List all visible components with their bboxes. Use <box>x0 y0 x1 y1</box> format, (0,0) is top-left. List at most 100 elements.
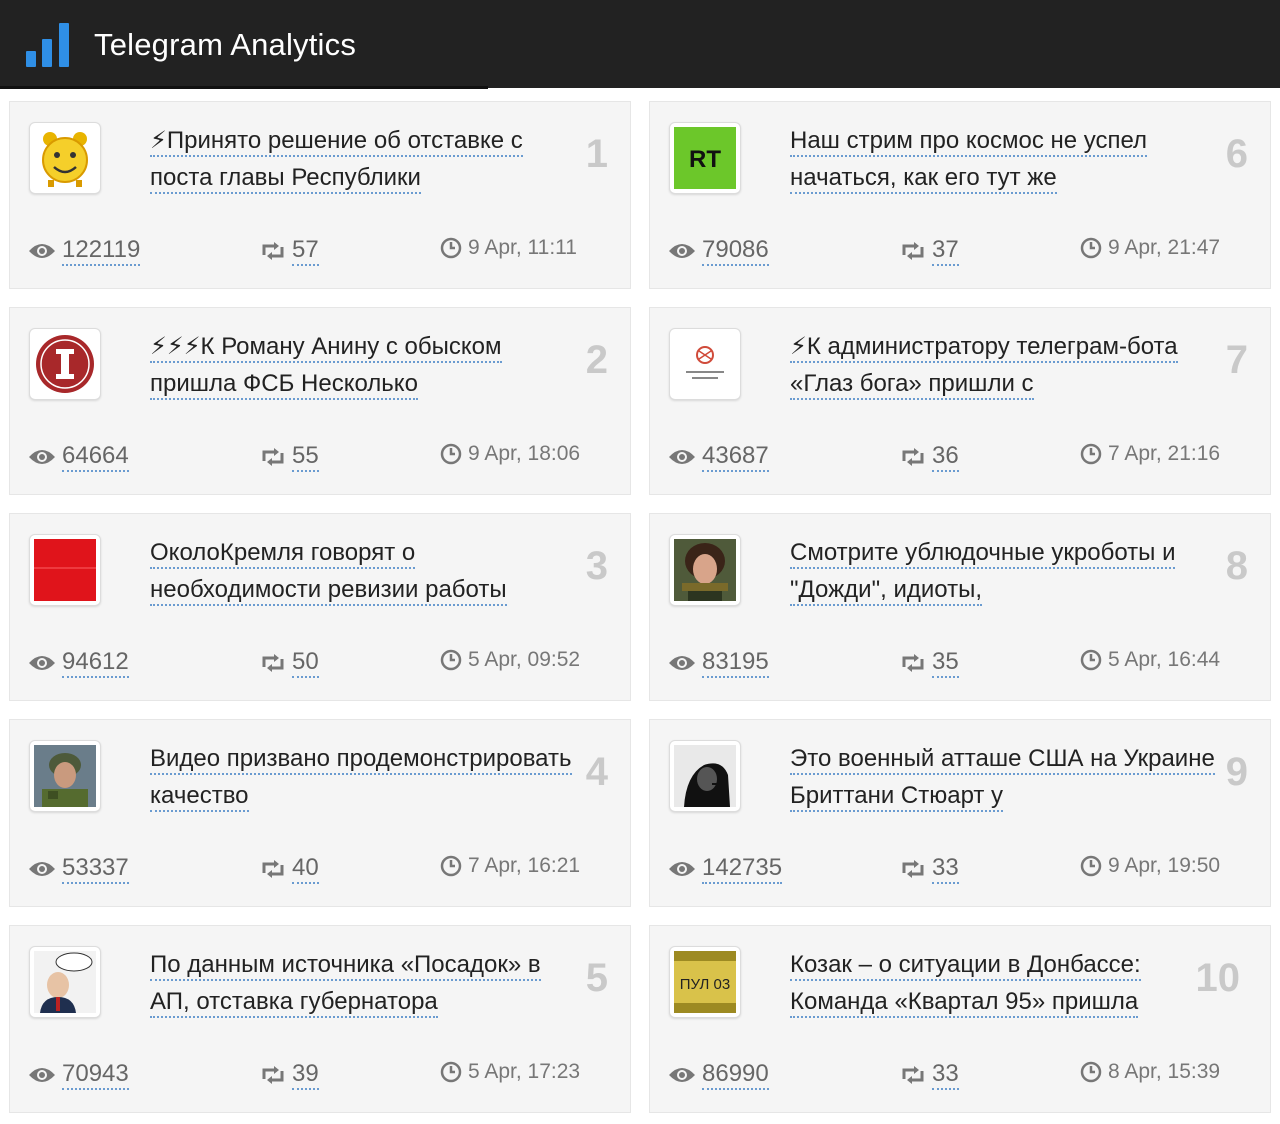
post-card[interactable]: ОколоКремля говорят о необходимости реви… <box>9 513 631 701</box>
shares-count[interactable]: 50 <box>292 648 319 678</box>
post-title[interactable]: Это военный атташе США на Украине Бритта… <box>790 740 1220 814</box>
post-title[interactable]: ОколоКремля говорят о необходимости реви… <box>150 534 580 608</box>
net-freedoms-avatar[interactable] <box>669 328 741 400</box>
clock-icon <box>1080 855 1102 877</box>
retweet-icon <box>900 241 926 261</box>
shares-stat: 35 <box>900 648 959 678</box>
shares-stat: 55 <box>260 442 319 472</box>
post-title[interactable]: ⚡Принято решение об отставке с поста гла… <box>150 122 580 196</box>
post-title[interactable]: Козак – о ситуации в Донбассе: Команда «… <box>790 946 1220 1020</box>
post-card[interactable]: Видео призвано продемонстрировать качест… <box>9 719 631 907</box>
views-count[interactable]: 70943 <box>62 1060 129 1090</box>
views-count[interactable]: 64664 <box>62 442 129 472</box>
svg-text:RT: RT <box>689 146 721 173</box>
shares-count[interactable]: 36 <box>932 442 959 472</box>
rank-number: 9 <box>1225 750 1248 794</box>
post-date: 5 Apr, 17:23 <box>440 1060 580 1084</box>
post-date-text: 5 Apr, 17:23 <box>468 1060 581 1083</box>
eye-icon <box>28 448 56 466</box>
retweet-icon <box>900 859 926 879</box>
app-title[interactable]: Telegram Analytics <box>94 26 356 64</box>
eye-icon <box>668 242 696 260</box>
clock-icon <box>440 1061 462 1083</box>
clock-icon <box>1080 237 1102 259</box>
post-card[interactable]: Это военный атташе США на Украине Бритта… <box>649 719 1271 907</box>
rank-number: 6 <box>1225 132 1248 176</box>
eye-icon <box>668 860 696 878</box>
shares-count[interactable]: 40 <box>292 854 319 884</box>
rank-number: 5 <box>585 956 608 1000</box>
rt-logo-avatar[interactable]: RT <box>669 122 741 194</box>
post-card[interactable]: ⚡Принято решение об отставке с поста гла… <box>9 101 631 289</box>
views-count[interactable]: 53337 <box>62 854 129 884</box>
eye-icon <box>668 1066 696 1084</box>
posts-grid: ⚡Принято решение об отставке с поста гла… <box>9 101 1271 1113</box>
views-count[interactable]: 122119 <box>62 236 141 266</box>
shares-stat: 39 <box>260 1060 319 1090</box>
views-count[interactable]: 142735 <box>702 854 783 884</box>
top-bar-underline <box>0 86 488 89</box>
post-title[interactable]: Видео призвано продемонстрировать качест… <box>150 740 580 814</box>
shares-count[interactable]: 37 <box>932 236 959 266</box>
views-count[interactable]: 83195 <box>702 648 769 678</box>
views-count[interactable]: 79086 <box>702 236 769 266</box>
svg-text:ПУЛ 03: ПУЛ 03 <box>680 976 731 993</box>
post-date-text: 9 Apr, 21:47 <box>1108 236 1221 259</box>
alarm-clock-avatar[interactable] <box>29 122 101 194</box>
views-count[interactable]: 94612 <box>62 648 129 678</box>
post-title[interactable]: По данным источника «Посадок» в АП, отст… <box>150 946 580 1020</box>
red-i-logo-avatar[interactable] <box>29 328 101 400</box>
rank-number: 1 <box>585 132 608 176</box>
post-title[interactable]: Смотрите ублюдочные укроботы и "Дожди", … <box>790 534 1220 608</box>
rank-number: 2 <box>585 338 608 382</box>
views-count[interactable]: 43687 <box>702 442 769 472</box>
post-card[interactable]: ⚡К администратору телеграм-бота «Глаз бо… <box>649 307 1271 495</box>
retweet-icon <box>260 241 286 261</box>
shares-stat: 33 <box>900 1060 959 1090</box>
shares-count[interactable]: 57 <box>292 236 319 266</box>
bar-chart-icon[interactable] <box>26 23 72 67</box>
shares-stat: 40 <box>260 854 319 884</box>
views-stat: 43687 <box>668 442 769 472</box>
shares-count[interactable]: 33 <box>932 854 959 884</box>
eye-icon <box>28 242 56 260</box>
post-date: 8 Apr, 15:39 <box>1080 1060 1220 1084</box>
rank-number: 7 <box>1225 338 1248 382</box>
shares-count[interactable]: 39 <box>292 1060 319 1090</box>
views-stat: 83195 <box>668 648 769 678</box>
post-date: 9 Apr, 18:06 <box>440 442 580 466</box>
clock-icon <box>440 443 462 465</box>
shares-count[interactable]: 35 <box>932 648 959 678</box>
smoking-portrait-avatar[interactable] <box>669 740 741 812</box>
retweet-icon <box>260 447 286 467</box>
post-card[interactable]: ПУЛ 03 Козак – о ситуации в Донбассе: Ком… <box>649 925 1271 1113</box>
rank-number: 4 <box>585 750 608 794</box>
retweet-icon <box>900 653 926 673</box>
post-date: 5 Apr, 16:44 <box>1080 648 1220 672</box>
eye-icon <box>668 654 696 672</box>
views-count[interactable]: 86990 <box>702 1060 769 1090</box>
post-card[interactable]: Смотрите ублюдочные укроботы и "Дожди", … <box>649 513 1271 701</box>
post-title[interactable]: Наш стрим про космос не успел начаться, … <box>790 122 1220 196</box>
eye-icon <box>28 1066 56 1084</box>
woman-photo-avatar[interactable] <box>669 534 741 606</box>
views-stat: 64664 <box>28 442 129 472</box>
shares-count[interactable]: 55 <box>292 442 319 472</box>
post-title[interactable]: ⚡⚡⚡К Роману Анину с обыском пришла ФСБ Н… <box>150 328 580 402</box>
shares-stat: 37 <box>900 236 959 266</box>
red-square-avatar[interactable] <box>29 534 101 606</box>
post-date-text: 8 Apr, 15:39 <box>1108 1060 1221 1083</box>
post-card[interactable]: По данным источника «Посадок» в АП, отст… <box>9 925 631 1113</box>
post-title[interactable]: ⚡К администратору телеграм-бота «Глаз бо… <box>790 328 1220 402</box>
post-card[interactable]: ⚡⚡⚡К Роману Анину с обыском пришла ФСБ Н… <box>9 307 631 495</box>
post-date: 9 Apr, 21:47 <box>1080 236 1220 260</box>
shares-count[interactable]: 33 <box>932 1060 959 1090</box>
soldier-photo-avatar[interactable] <box>29 740 101 812</box>
post-date: 7 Apr, 21:16 <box>1080 442 1220 466</box>
post-card[interactable]: RT Наш стрим про космос не успел начаться… <box>649 101 1271 289</box>
clock-icon <box>440 855 462 877</box>
cartoon-portrait-avatar[interactable] <box>29 946 101 1018</box>
views-stat: 79086 <box>668 236 769 266</box>
views-stat: 86990 <box>668 1060 769 1090</box>
pul-03-avatar[interactable]: ПУЛ 03 <box>669 946 741 1018</box>
